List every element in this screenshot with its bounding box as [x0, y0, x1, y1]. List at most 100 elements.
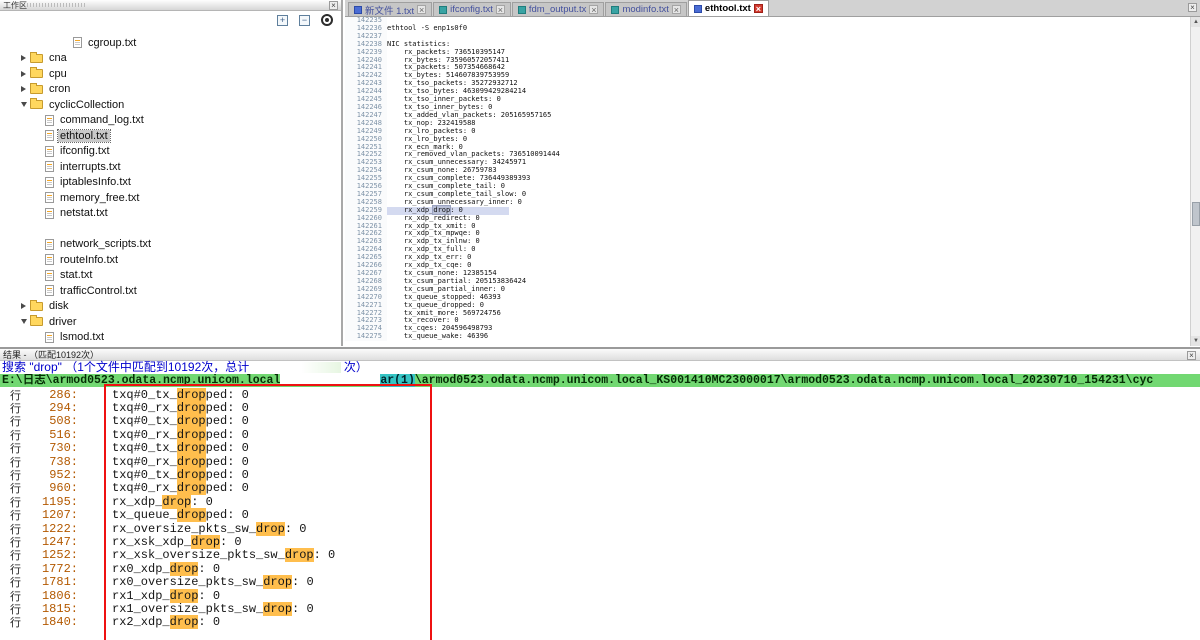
- result-row[interactable]: 行1806:rx1_xdp_drop: 0: [0, 589, 1200, 602]
- result-row[interactable]: 行1772:rx0_xdp_drop: 0: [0, 562, 1200, 575]
- chevron-down-icon[interactable]: [18, 102, 29, 107]
- result-row[interactable]: 行1252:rx_xsk_oversize_pkts_sw_drop: 0: [0, 549, 1200, 562]
- tree-item-label: disk: [47, 300, 71, 312]
- tree-item-file[interactable]: routeInfo.txt: [0, 252, 339, 268]
- file-icon: [73, 37, 82, 48]
- close-icon[interactable]: ×: [417, 5, 426, 14]
- file-icon: [439, 6, 447, 14]
- editor-tab[interactable]: ethtool.txt×: [688, 0, 769, 16]
- tree-item-folder[interactable]: disk: [0, 299, 339, 315]
- result-row[interactable]: 行1840:rx2_xdp_drop: 0: [0, 616, 1200, 629]
- result-row[interactable]: 行738:txq#0_rx_dropped: 0: [0, 455, 1200, 468]
- file-icon: [45, 146, 54, 157]
- match-highlight: drop: [177, 468, 206, 482]
- tree-item-file[interactable]: interrupts.txt: [0, 159, 339, 175]
- result-row[interactable]: 行516:txq#0_rx_dropped: 0: [0, 428, 1200, 441]
- tree-item-file[interactable]: stat.txt: [0, 268, 339, 284]
- result-row[interactable]: 行286:txq#0_tx_dropped: 0: [0, 388, 1200, 401]
- tree-item-label: ethtool.txt: [58, 130, 110, 142]
- result-text: rx0_xdp_drop: 0: [112, 562, 220, 576]
- editor-line: 142264 rx_xdp_tx_full: 0: [345, 246, 1190, 254]
- chevron-down-icon[interactable]: [18, 319, 29, 324]
- editor-vscrollbar[interactable]: ▲ ▼: [1190, 17, 1200, 346]
- line-text: ethtool -S enp1s0f0: [387, 25, 467, 33]
- result-row-label: 行: [10, 614, 26, 630]
- result-file-path[interactable]: E:\日志\armod0523.odata.ncmp.unicom.locala…: [0, 374, 1200, 387]
- result-row[interactable]: 行1207:tx_queue_dropped: 0: [0, 509, 1200, 522]
- tree-item-file[interactable]: network_scripts.txt: [0, 237, 339, 253]
- result-line-number: 1781:: [26, 575, 78, 589]
- results-close-icon[interactable]: ×: [1187, 351, 1196, 360]
- locate-current-file-icon[interactable]: [321, 14, 333, 26]
- folder-icon: [30, 317, 43, 326]
- result-row[interactable]: 行1815:rx1_oversize_pkts_sw_drop: 0: [0, 602, 1200, 615]
- chevron-right-icon[interactable]: [18, 303, 29, 309]
- line-text: tx_queue_wake: 46396: [387, 333, 488, 341]
- result-text: rx1_xdp_drop: 0: [112, 589, 220, 603]
- tree-item-file[interactable]: command_log.txt: [0, 113, 339, 129]
- close-icon[interactable]: ×: [589, 5, 598, 14]
- tree-item-file[interactable]: ifconfig.txt: [0, 144, 339, 160]
- close-icon[interactable]: ×: [754, 4, 763, 13]
- result-row[interactable]: 行1781:rx0_oversize_pkts_sw_drop: 0: [0, 575, 1200, 588]
- tree-item-file[interactable]: trafficControl.txt: [0, 283, 339, 299]
- result-row[interactable]: 行960:txq#0_rx_dropped: 0: [0, 482, 1200, 495]
- result-row[interactable]: 行952:txq#0_tx_dropped: 0: [0, 468, 1200, 481]
- tree-item-file[interactable]: netstat.txt: [0, 206, 339, 222]
- chevron-right-icon[interactable]: [18, 86, 29, 92]
- tab-label: ethtool.txt: [705, 3, 751, 14]
- tree-item-folder[interactable]: cron: [0, 82, 339, 98]
- tree-item-file[interactable]: lsmod.txt: [0, 330, 339, 346]
- editor-tab[interactable]: modinfo.txt×: [605, 2, 686, 16]
- tree-item-file[interactable]: iptablesInfo.txt: [0, 175, 339, 191]
- file-icon: [45, 130, 54, 141]
- tree-item-file[interactable]: ethtool.txt: [0, 128, 339, 144]
- scroll-up-icon[interactable]: ▲: [1191, 17, 1200, 27]
- scroll-thumb[interactable]: [1192, 202, 1200, 226]
- collapse-all-icon[interactable]: [299, 15, 310, 26]
- file-icon: [45, 208, 54, 219]
- tree-item-label: trafficControl.txt: [58, 285, 139, 297]
- redaction-box: [541, 313, 623, 329]
- tree-item-file[interactable]: memory_free.txt: [0, 190, 339, 206]
- scroll-down-icon[interactable]: ▼: [1191, 336, 1200, 346]
- result-text: rx_xsk_oversize_pkts_sw_drop: 0: [112, 548, 335, 562]
- close-document-icon[interactable]: ×: [1188, 3, 1197, 12]
- editor-tab[interactable]: 新文件 1.txt×: [348, 2, 432, 16]
- result-line-number: 1806:: [26, 589, 78, 603]
- result-row[interactable]: 行294:txq#0_rx_dropped: 0: [0, 401, 1200, 414]
- folder-icon: [30, 302, 43, 311]
- editor-lines[interactable]: 142235142236ethtool -S enp1s0f0142237142…: [345, 17, 1190, 346]
- workspace-close-icon[interactable]: ×: [329, 1, 338, 10]
- result-row[interactable]: 行1195:rx_xdp_drop: 0: [0, 495, 1200, 508]
- result-row[interactable]: 行730:txq#0_tx_dropped: 0: [0, 442, 1200, 455]
- editor-line: 142250 rx_lro_bytes: 0: [345, 136, 1190, 144]
- editor-tab[interactable]: ifconfig.txt×: [433, 2, 511, 16]
- tree-item-folder[interactable]: driver: [0, 314, 339, 330]
- chevron-right-icon[interactable]: [18, 71, 29, 77]
- tree-item-folder[interactable]: cna: [0, 51, 339, 67]
- chevron-right-icon[interactable]: [18, 55, 29, 61]
- result-line-number: 1222:: [26, 522, 78, 536]
- match-highlight: drop: [177, 455, 206, 469]
- tree-item-file[interactable]: cgroup.txt: [0, 35, 339, 51]
- result-row[interactable]: 行1247:rx_xsk_xdp_drop: 0: [0, 535, 1200, 548]
- result-line-number: 286:: [26, 388, 78, 402]
- result-line-number: 1195:: [26, 495, 78, 509]
- result-text: txq#0_rx_dropped: 0: [112, 428, 249, 442]
- result-row[interactable]: 行508:txq#0_tx_dropped: 0: [0, 415, 1200, 428]
- titlebar-grip: [27, 3, 87, 7]
- expand-all-icon[interactable]: [277, 15, 288, 26]
- result-text: tx_queue_dropped: 0: [112, 508, 249, 522]
- result-line-number: 508:: [26, 414, 78, 428]
- tree-item-folder[interactable]: cyclicCollection: [0, 97, 339, 113]
- workspace-toolbar: [277, 14, 333, 26]
- tree-item-folder[interactable]: cpu: [0, 66, 339, 82]
- editor-tab[interactable]: fdm_output.tx×: [512, 2, 605, 16]
- close-icon[interactable]: ×: [496, 5, 505, 14]
- result-row[interactable]: 行1222:rx_oversize_pkts_sw_drop: 0: [0, 522, 1200, 535]
- close-icon[interactable]: ×: [672, 5, 681, 14]
- workspace-title: 工作区: [3, 0, 27, 11]
- file-icon: [45, 239, 54, 250]
- file-icon: [694, 5, 702, 13]
